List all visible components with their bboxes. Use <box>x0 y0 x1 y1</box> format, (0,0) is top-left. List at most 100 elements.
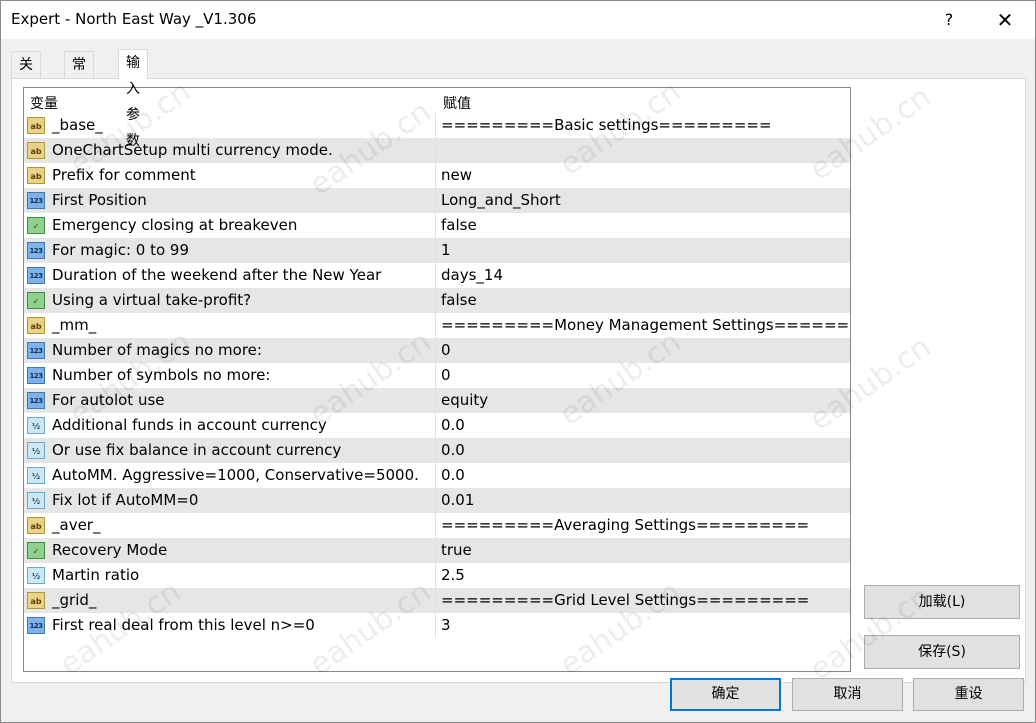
variable-value: 0.01 <box>441 491 475 509</box>
value-cell[interactable]: false <box>437 213 850 238</box>
table-row[interactable]: ½ AutoMM. Aggressive=1000, Conservative=5… <box>24 463 850 488</box>
table-row[interactable]: ½ Additional funds in account currency 0.0 <box>24 413 850 438</box>
ok-button[interactable]: 确定 <box>670 678 781 711</box>
table-row[interactable]: 123 For autolot use equity <box>24 388 850 413</box>
variable-cell[interactable]: ab _base_ <box>24 113 436 138</box>
variable-value: days_14 <box>441 266 503 284</box>
tab-common[interactable]: 常用 <box>64 51 94 99</box>
value-cell[interactable]: 3 <box>437 613 850 638</box>
variable-value: true <box>441 541 472 559</box>
table-row[interactable]: ab _mm_ =========Money Management Settings… <box>24 313 850 338</box>
variable-name: Using a virtual take-profit? <box>52 291 252 309</box>
variable-value: 0 <box>441 341 451 359</box>
string-type-icon: ab <box>27 142 45 159</box>
value-cell[interactable]: 0.0 <box>437 438 850 463</box>
value-cell[interactable]: =========Basic settings========= <box>437 113 850 138</box>
inputs-panel: 变量 赋值 ab _base_ =========Basic settings===… <box>11 78 1026 683</box>
variable-name: For magic: 0 to 99 <box>52 241 189 259</box>
close-button[interactable]: ✕ <box>985 7 1025 33</box>
variable-cell[interactable]: ab Prefix for comment <box>24 163 436 188</box>
variable-cell[interactable]: ab _aver_ <box>24 513 436 538</box>
value-cell[interactable]: 0.0 <box>437 463 850 488</box>
value-cell[interactable]: 0 <box>437 363 850 388</box>
string-type-icon: ab <box>27 592 45 609</box>
int-type-icon: 123 <box>27 367 45 384</box>
variable-cell[interactable]: ✓ Emergency closing at breakeven <box>24 213 436 238</box>
cancel-button[interactable]: 取消 <box>792 678 903 711</box>
table-row[interactable]: 123 Number of symbols no more: 0 <box>24 363 850 388</box>
table-row[interactable]: 123 First Position Long_and_Short <box>24 188 850 213</box>
tab-about[interactable]: 关于 <box>11 51 41 99</box>
variable-cell[interactable]: ½ Or use fix balance in account currency <box>24 438 436 463</box>
tab-inputs[interactable]: 输入参数 <box>118 49 148 149</box>
column-header-value[interactable]: 赋值 <box>443 93 471 113</box>
variable-cell[interactable]: 123 First real deal from this level n>=0 <box>24 613 436 638</box>
value-cell[interactable]: 0 <box>437 338 850 363</box>
table-row[interactable]: ½ Fix lot if AutoMM=0 0.01 <box>24 488 850 513</box>
variable-cell[interactable]: ✓ Recovery Mode <box>24 538 436 563</box>
table-row[interactable]: 123 First real deal from this level n>=0 3 <box>24 613 850 638</box>
column-header-variable[interactable]: 变量 <box>30 93 58 113</box>
double-type-icon: ½ <box>27 492 45 509</box>
value-cell[interactable]: =========Averaging Settings========= <box>437 513 850 538</box>
variable-name: First Position <box>52 191 147 209</box>
variable-cell[interactable]: ab _grid_ <box>24 588 436 613</box>
table-row[interactable]: 123 Duration of the weekend after the New… <box>24 263 850 288</box>
table-row[interactable]: ½ Martin ratio 2.5 <box>24 563 850 588</box>
reset-button[interactable]: 重设 <box>913 678 1024 711</box>
table-row[interactable]: ✓ Recovery Mode true <box>24 538 850 563</box>
variable-value: 0.0 <box>441 466 465 484</box>
double-type-icon: ½ <box>27 417 45 434</box>
variable-cell[interactable]: 123 For autolot use <box>24 388 436 413</box>
value-cell[interactable] <box>437 138 850 163</box>
value-cell[interactable]: equity <box>437 388 850 413</box>
string-type-icon: ab <box>27 317 45 334</box>
value-cell[interactable]: =========Money Management Settings======… <box>437 313 850 338</box>
table-row[interactable]: ab Prefix for comment new <box>24 163 850 188</box>
table-row[interactable]: ✓ Using a virtual take-profit? false <box>24 288 850 313</box>
table-row[interactable]: ab _base_ =========Basic settings========= <box>24 113 850 138</box>
value-cell[interactable]: true <box>437 538 850 563</box>
table-row[interactable]: ab _aver_ =========Averaging Settings=====… <box>24 513 850 538</box>
variable-name: For autolot use <box>52 391 165 409</box>
value-cell[interactable]: false <box>437 288 850 313</box>
string-type-icon: ab <box>27 117 45 134</box>
string-type-icon: ab <box>27 517 45 534</box>
variable-cell[interactable]: 123 Number of magics no more: <box>24 338 436 363</box>
table-header: 变量 赋值 <box>24 88 850 113</box>
table-row[interactable]: 123 For magic: 0 to 99 1 <box>24 238 850 263</box>
value-cell[interactable]: 0.0 <box>437 413 850 438</box>
variable-cell[interactable]: ab OneChartSetup multi currency mode. <box>24 138 436 163</box>
table-row[interactable]: ✓ Emergency closing at breakeven false <box>24 213 850 238</box>
table-row[interactable]: 123 Number of magics no more: 0 <box>24 338 850 363</box>
value-cell[interactable]: days_14 <box>437 263 850 288</box>
value-cell[interactable]: =========Grid Level Settings========= <box>437 588 850 613</box>
help-button[interactable]: ? <box>929 7 969 33</box>
variable-value: 1 <box>441 241 451 259</box>
int-type-icon: 123 <box>27 392 45 409</box>
variable-cell[interactable]: ✓ Using a virtual take-profit? <box>24 288 436 313</box>
variable-cell[interactable]: 123 First Position <box>24 188 436 213</box>
variable-cell[interactable]: 123 Duration of the weekend after the New… <box>24 263 436 288</box>
variable-cell[interactable]: 123 Number of symbols no more: <box>24 363 436 388</box>
table-row[interactable]: ab OneChartSetup multi currency mode. <box>24 138 850 163</box>
value-cell[interactable]: new <box>437 163 850 188</box>
variable-name: Fix lot if AutoMM=0 <box>52 491 199 509</box>
variable-cell[interactable]: ½ Fix lot if AutoMM=0 <box>24 488 436 513</box>
variable-name: Prefix for comment <box>52 166 196 184</box>
table-row[interactable]: ab _grid_ =========Grid Level Settings====… <box>24 588 850 613</box>
variable-cell[interactable]: ½ Additional funds in account currency <box>24 413 436 438</box>
save-button[interactable]: 保存(S) <box>864 635 1020 669</box>
variable-value: 3 <box>441 616 451 634</box>
load-button[interactable]: 加载(L) <box>864 585 1020 619</box>
variable-cell[interactable]: 123 For magic: 0 to 99 <box>24 238 436 263</box>
variable-cell[interactable]: ab _mm_ <box>24 313 436 338</box>
value-cell[interactable]: 1 <box>437 238 850 263</box>
value-cell[interactable]: 0.01 <box>437 488 850 513</box>
table-row[interactable]: ½ Or use fix balance in account currency 0… <box>24 438 850 463</box>
value-cell[interactable]: 2.5 <box>437 563 850 588</box>
variable-cell[interactable]: ½ Martin ratio <box>24 563 436 588</box>
variable-value: 2.5 <box>441 566 465 584</box>
variable-cell[interactable]: ½ AutoMM. Aggressive=1000, Conservative=5… <box>24 463 436 488</box>
value-cell[interactable]: Long_and_Short <box>437 188 850 213</box>
